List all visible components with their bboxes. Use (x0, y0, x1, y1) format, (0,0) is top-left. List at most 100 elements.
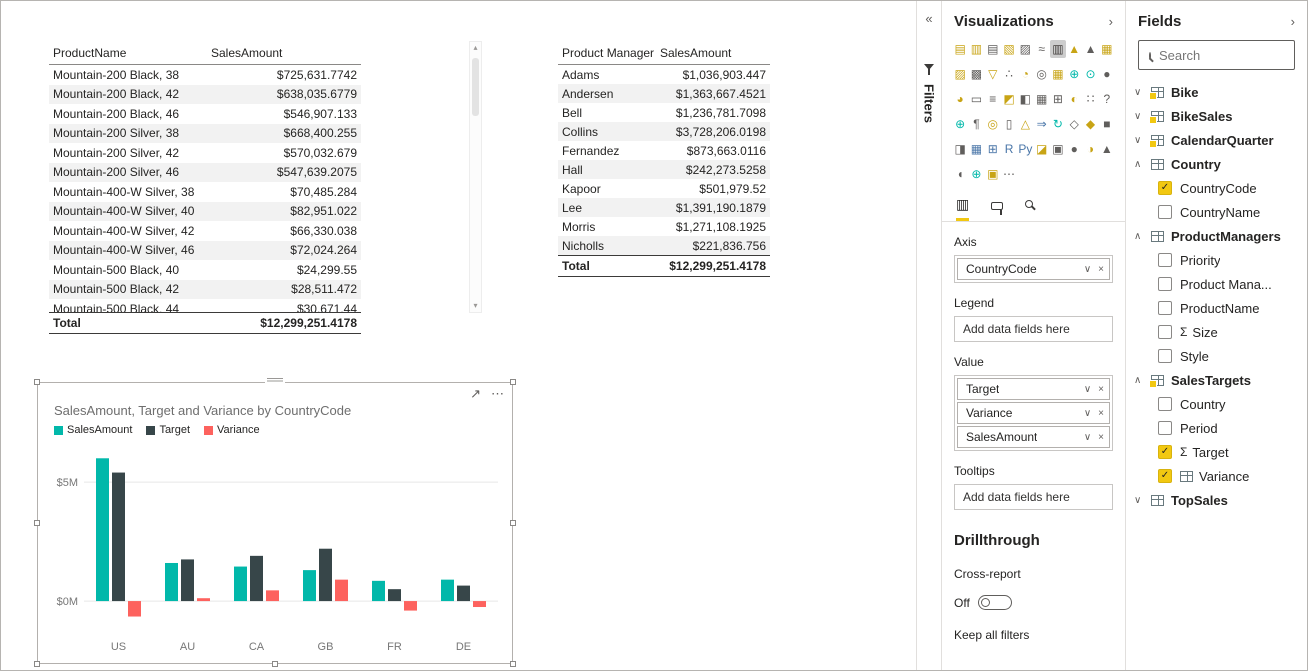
field-item-productname[interactable]: ProductName (1126, 296, 1307, 320)
power-bi-visual-icon[interactable]: ▣ (985, 165, 1001, 183)
bar-salesamount-de[interactable] (441, 580, 454, 601)
table-2-icon[interactable]: ▦ (968, 140, 984, 158)
remove-field-icon[interactable]: × (1098, 432, 1104, 443)
field-item-style[interactable]: Style (1126, 344, 1307, 368)
r-script-visual-icon[interactable]: R (1001, 140, 1017, 158)
field-pill-salesamount[interactable]: SalesAmount∨× (957, 426, 1110, 448)
custom-visual-4-icon[interactable]: ◪ (1033, 140, 1049, 158)
qa-bubble-icon[interactable]: ◖ (952, 165, 968, 183)
table-item-productmanagers[interactable]: ∧ProductManagers (1126, 224, 1307, 248)
table-item-bikesales[interactable]: ∨BikeSales (1126, 104, 1307, 128)
funnel-chart-icon[interactable]: ▽ (985, 65, 1001, 83)
bar-target-ca[interactable] (250, 556, 263, 601)
custom-visual-1-icon[interactable]: ◇ (1066, 115, 1082, 133)
field-checkbox[interactable]: ✓ (1158, 445, 1172, 459)
kpi-icon[interactable]: ◩ (1001, 90, 1017, 108)
field-checkbox[interactable] (1158, 397, 1172, 411)
scatter-chart-icon[interactable]: ∴ (1001, 65, 1017, 83)
bar-salesamount-fr[interactable] (372, 581, 385, 601)
table-item-salestargets[interactable]: ∧SalesTargets (1126, 368, 1307, 392)
field-checkbox[interactable]: ✓ (1158, 469, 1172, 483)
field-item-variance[interactable]: ✓Variance (1126, 464, 1307, 488)
legend-item-salesamount[interactable]: SalesAmount (54, 424, 132, 436)
custom-visual-5-icon[interactable]: ▣ (1050, 140, 1066, 158)
field-checkbox[interactable] (1158, 205, 1172, 219)
report-canvas[interactable]: ProductName SalesAmount Mountain-200 Bla… (1, 1, 916, 670)
clustered-column-chart[interactable]: $0M$5MUSAUCAGBFRDE (44, 438, 506, 658)
resize-handle[interactable] (510, 661, 516, 667)
collapse-pane-icon[interactable]: › (1109, 14, 1113, 29)
field-item-size[interactable]: ΣSize (1126, 320, 1307, 344)
chevron-down-icon[interactable]: ∨ (1134, 87, 1150, 98)
expand-filters-icon[interactable]: « (925, 11, 932, 26)
tab-analytics[interactable] (1025, 197, 1037, 221)
python-visual-icon[interactable]: Py (1017, 140, 1033, 158)
matrix-2-icon[interactable]: ⊞ (985, 140, 1001, 158)
resize-handle[interactable] (34, 520, 40, 526)
power-automate-icon[interactable]: ⇒ (1033, 115, 1049, 133)
table-row[interactable]: Fernandez$873,663.0116 (558, 141, 770, 160)
stacked-bar-chart-icon[interactable]: ▤ (952, 40, 968, 58)
custom-visual-6-icon[interactable]: ● (1066, 140, 1082, 158)
smart-narrative-icon[interactable]: ¶ (968, 115, 984, 133)
slicer-icon[interactable]: ◧ (1017, 90, 1033, 108)
column-header[interactable]: SalesAmount (658, 46, 770, 60)
table-item-country[interactable]: ∧Country (1126, 152, 1307, 176)
line-chart-icon[interactable]: ≈ (1033, 40, 1049, 58)
tab-format[interactable] (991, 197, 1003, 221)
table-row[interactable]: Mountain-500 Black, 42$28,511.472 (49, 280, 361, 300)
ribbon-chart-icon[interactable]: ▨ (952, 65, 968, 83)
field-item-countrycode[interactable]: ✓CountryCode (1126, 176, 1307, 200)
field-checkbox[interactable] (1158, 277, 1172, 291)
more-visuals-icon[interactable]: ⋯ (1001, 165, 1017, 183)
table-row[interactable]: Mountain-200 Black, 46$546,907.133 (49, 104, 361, 124)
table-row[interactable]: Bell$1,236,781.7098 (558, 103, 770, 122)
refresh-visual-icon[interactable]: ↻ (1050, 115, 1066, 133)
treemap-chart-icon[interactable]: ▦ (1050, 65, 1066, 83)
bar-target-us[interactable] (112, 473, 125, 602)
chevron-down-icon[interactable]: ∨ (1084, 408, 1091, 419)
chevron-down-icon[interactable]: ∨ (1134, 111, 1150, 122)
legend-field-well[interactable]: Add data fields here (954, 316, 1113, 342)
table-row[interactable]: Mountain-500 Black, 40$24,299.55 (49, 260, 361, 280)
bar-variance-us[interactable] (128, 601, 141, 616)
field-checkbox[interactable] (1158, 421, 1172, 435)
field-item-product-mana[interactable]: Product Mana... (1126, 272, 1307, 296)
column-header[interactable]: Product Manager (558, 46, 658, 60)
table-body[interactable]: Mountain-200 Black, 38$725,631.7742 Mount… (49, 65, 361, 312)
field-checkbox[interactable] (1158, 253, 1172, 267)
column-header[interactable]: SalesAmount (209, 46, 361, 60)
scroll-down-icon[interactable]: ▾ (473, 302, 477, 310)
map-icon[interactable]: ⊕ (1066, 65, 1082, 83)
multi-row-card-icon[interactable]: ≡ (985, 90, 1001, 108)
table-row[interactable]: Mountain-400-W Silver, 42$66,330.038 (49, 221, 361, 241)
bar-target-de[interactable] (457, 586, 470, 601)
filters-pane-collapsed[interactable]: « Filters (916, 1, 942, 670)
field-item-target[interactable]: ✓ΣTarget (1126, 440, 1307, 464)
clustered-bar-chart-icon[interactable]: ▤ (985, 40, 1001, 58)
chevron-down-icon[interactable]: ∨ (1084, 432, 1091, 443)
cross-report-toggle[interactable] (978, 595, 1012, 610)
stacked-column-chart-icon[interactable]: ▥ (968, 40, 984, 58)
chevron-up-icon[interactable]: ∧ (1134, 231, 1150, 242)
field-search[interactable] (1138, 40, 1295, 70)
field-checkbox[interactable] (1158, 349, 1172, 363)
shape-map-icon[interactable]: ● (1099, 65, 1115, 83)
table-row[interactable]: Mountain-400-W Silver, 40$82,951.022 (49, 202, 361, 222)
table-row[interactable]: Mountain-200 Black, 38$725,631.7742 (49, 65, 361, 85)
bar-variance-ca[interactable] (266, 590, 279, 601)
bar-target-gb[interactable] (319, 549, 332, 601)
qa-visual-icon[interactable]: ? (1099, 90, 1115, 108)
power-apps-icon[interactable]: △ (1017, 115, 1033, 133)
column-chart-visual[interactable]: ↗ ⋯ SalesAmount, Target and Variance by … (37, 382, 513, 664)
table-scrollbar[interactable]: ▴ ▾ (469, 41, 482, 313)
card-icon[interactable]: ▭ (968, 90, 984, 108)
more-options-icon[interactable]: ⋯ (491, 386, 504, 402)
table-item-bike[interactable]: ∨Bike (1126, 80, 1307, 104)
decomposition-tree-icon[interactable]: ∷ (1082, 90, 1098, 108)
donut-chart-icon[interactable]: ◎ (1033, 65, 1049, 83)
table-row[interactable]: Lee$1,391,190.1879 (558, 198, 770, 217)
100-stacked-column-chart-icon[interactable]: ▨ (1017, 40, 1033, 58)
resize-handle[interactable] (272, 661, 278, 667)
scrollbar-thumb[interactable] (472, 58, 479, 116)
